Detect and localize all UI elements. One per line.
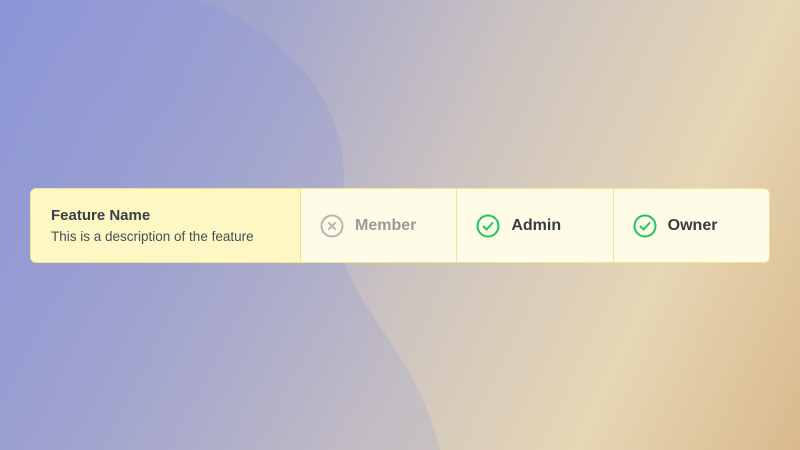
- role-cell-member[interactable]: Member: [301, 189, 458, 262]
- role-cell-admin[interactable]: Admin: [457, 189, 614, 262]
- feature-info-cell: Feature Name This is a description of th…: [31, 189, 301, 262]
- role-label-owner: Owner: [667, 216, 718, 234]
- feature-description: This is a description of the feature: [51, 229, 254, 244]
- feature-name: Feature Name: [51, 207, 151, 224]
- role-label-member: Member: [355, 216, 417, 234]
- role-label-admin: Admin: [511, 216, 562, 234]
- check-circle-icon: [633, 214, 657, 238]
- feature-permission-row: Feature Name This is a description of th…: [30, 188, 770, 263]
- role-cell-owner[interactable]: Owner: [614, 189, 769, 262]
- x-circle-icon: [320, 214, 344, 238]
- check-circle-icon: [476, 214, 500, 238]
